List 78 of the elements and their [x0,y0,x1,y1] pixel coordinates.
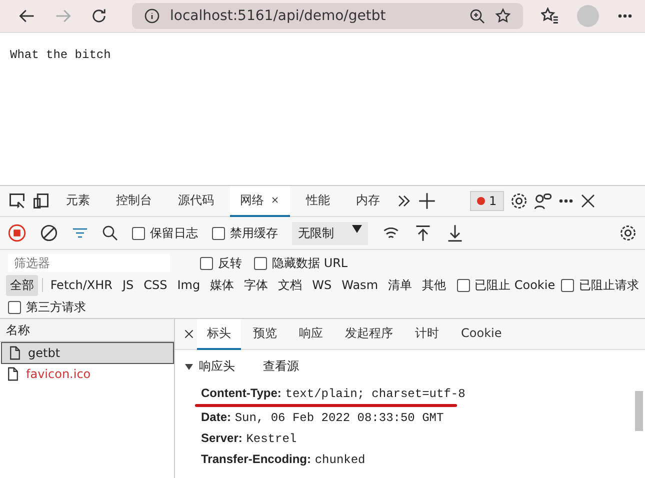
type-filter[interactable]: 其他 [418,274,450,296]
type-filter[interactable]: 媒体 [206,274,238,296]
type-filter[interactable]: Img [173,276,204,294]
close-icon[interactable] [270,195,280,205]
settings-icon[interactable] [619,224,637,242]
checkbox[interactable] [254,256,267,270]
detail-tab[interactable]: 预览 [243,318,287,350]
close-icon[interactable] [580,193,596,209]
devtools-tab[interactable]: 控制台 [106,186,162,216]
type-filter[interactable]: 清单 [384,274,416,296]
type-filter[interactable]: Wasm [338,276,382,294]
caret-icon [185,362,193,370]
detail-tab[interactable]: 计时 [405,318,449,350]
record-icon[interactable] [8,224,26,242]
detail-tab[interactable]: 响应 [289,318,333,350]
checkbox[interactable] [132,226,145,240]
header-line: Content-Type: text/plain; charset=utf-8 [200,385,466,403]
error-counter[interactable]: 1 [470,191,504,211]
search-icon[interactable] [102,225,118,241]
header-line: Server: Kestrel [200,430,298,448]
add-icon[interactable] [418,192,436,210]
upload-icon[interactable] [414,224,432,242]
settings-icon[interactable] [510,192,528,210]
back-arrow-icon[interactable] [18,7,36,25]
checkbox-label: 已阻止 Cookie [474,276,556,294]
devtools-tab[interactable]: 性能 [296,186,340,216]
checkbox-label: 已阻止请求 [579,276,639,294]
checkbox-label: 反转 [218,254,242,272]
url-text: localhost:5161/api/demo/getbt [170,8,387,24]
filter-field[interactable]: 筛选器 [8,254,170,272]
checkbox-label: 隐藏数据 URL [272,254,348,272]
dropdown-caret-icon [352,224,362,232]
scrollbar-thumb[interactable] [635,391,643,431]
type-filter[interactable]: CSS [140,276,172,294]
devtools-tab[interactable]: 网络 [230,186,290,216]
detail-tab[interactable]: Cookie [451,318,512,350]
checkbox-label: 禁用缓存 [230,224,278,242]
checkbox[interactable] [212,226,225,240]
favorites-icon[interactable] [541,7,559,25]
devtools-tab[interactable]: 源代码 [168,186,224,216]
type-filter[interactable]: Fetch/XHR [46,276,116,294]
feedback-icon[interactable] [534,192,552,210]
checkbox[interactable] [456,278,470,292]
devtools-tab[interactable]: 内存 [346,186,390,216]
header-line: Date: Sun, 06 Feb 2022 08:33:50 GMT [200,409,445,427]
info-icon[interactable] [144,8,160,24]
throttle-dropdown[interactable]: 无限制 [292,222,368,244]
devtools-tab[interactable]: 元素 [56,186,100,216]
checkbox[interactable] [8,300,21,314]
download-icon[interactable] [446,224,464,242]
page-text: What the bitch [10,48,111,62]
inspect-icon[interactable] [8,192,26,210]
device-icon[interactable] [32,192,50,210]
request-row[interactable]: getbt [1,342,174,364]
column-header: 名称 [6,322,30,338]
address-bar[interactable]: localhost:5161/api/demo/getbt [132,3,523,29]
detail-tab[interactable]: 标头 [197,318,241,350]
close-icon[interactable] [183,328,195,340]
type-filter[interactable]: 全部 [6,274,38,296]
request-row[interactable]: favicon.ico [0,364,174,384]
checkbox-label: 第三方请求 [26,298,86,316]
checkbox[interactable] [561,278,574,292]
type-filter[interactable]: 文档 [274,274,306,296]
header-line: Transfer-Encoding: chunked [200,451,366,469]
zoom-icon[interactable] [469,8,485,24]
checkbox-label: 保留日志 [150,224,198,242]
type-filter[interactable]: JS [118,276,138,294]
view-source-link[interactable]: 查看源 [263,358,299,375]
file-icon[interactable] [8,346,22,360]
type-filter[interactable]: 字体 [240,274,272,296]
more-tabs-icon[interactable] [396,193,412,209]
refresh-icon[interactable] [90,7,108,25]
detail-tab[interactable]: 发起程序 [335,318,403,350]
clear-icon[interactable] [40,224,58,242]
type-filter[interactable]: WS [308,276,336,294]
file-icon[interactable] [6,367,20,381]
checkbox[interactable] [200,256,213,270]
section-toggle[interactable]: 响应头 [185,358,235,375]
